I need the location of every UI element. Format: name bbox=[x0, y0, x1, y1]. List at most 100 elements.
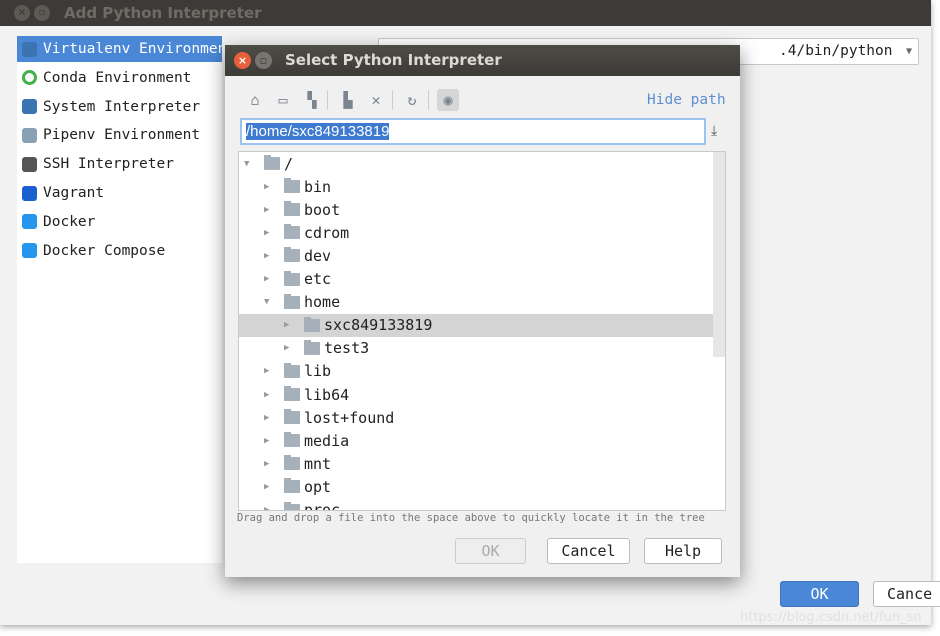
python-virtualenv-icon bbox=[22, 41, 37, 57]
watermark: https://blog.csdn.net/fun_sn bbox=[740, 610, 922, 625]
folder-icon bbox=[264, 155, 280, 170]
download-icon[interactable]: ⤓ bbox=[711, 123, 717, 139]
list-item[interactable]: Docker Compose bbox=[17, 238, 222, 264]
pipenv-icon bbox=[22, 127, 37, 143]
scrollbar[interactable] bbox=[713, 152, 725, 357]
list-item-label: Conda Environment bbox=[43, 69, 192, 86]
folder-icon bbox=[304, 316, 320, 332]
collapsed-arrow-icon[interactable]: ▶ bbox=[284, 320, 294, 330]
collapsed-arrow-icon[interactable]: ▶ bbox=[264, 413, 274, 423]
docker-compose-icon bbox=[22, 243, 37, 259]
collapsed-arrow-icon[interactable]: ▶ bbox=[264, 390, 274, 400]
tree-row[interactable]: ▶ test3 bbox=[239, 337, 713, 360]
tree-row[interactable]: ▼ / bbox=[239, 152, 713, 175]
tree-row-label: opt bbox=[304, 477, 332, 496]
folder-icon bbox=[304, 339, 320, 355]
ok-button[interactable]: OK bbox=[780, 581, 859, 607]
collapsed-arrow-icon[interactable]: ▶ bbox=[264, 182, 274, 192]
collapsed-arrow-icon[interactable]: ▶ bbox=[264, 205, 274, 215]
folder-icon bbox=[284, 201, 300, 217]
tree-row[interactable]: ▶ mnt bbox=[239, 452, 713, 475]
tree-row-label: lib bbox=[304, 362, 332, 381]
list-item[interactable]: Pipenv Environment bbox=[17, 122, 222, 148]
list-item[interactable]: Vagrant bbox=[17, 180, 222, 206]
cancel-button[interactable]: Cance bbox=[873, 581, 940, 607]
collapsed-arrow-icon[interactable]: ▶ bbox=[264, 366, 274, 376]
expanded-arrow-icon[interactable]: ▼ bbox=[264, 297, 274, 307]
folder-icon bbox=[284, 247, 300, 263]
tree-row-label: lost+found bbox=[304, 408, 395, 427]
chevron-down-icon[interactable]: ▼ bbox=[906, 39, 912, 64]
tree-row-label: etc bbox=[304, 270, 332, 288]
tree-row[interactable]: ▶ media bbox=[239, 429, 713, 452]
path-input[interactable]: /home/sxc849133819 bbox=[240, 118, 706, 145]
list-item-label: Vagrant bbox=[43, 185, 105, 201]
tree-row-label: proc bbox=[304, 501, 341, 511]
list-item[interactable]: Conda Environment bbox=[17, 65, 222, 91]
expanded-arrow-icon[interactable]: ▼ bbox=[244, 159, 254, 169]
tree-row-label: sxc849133819 bbox=[324, 316, 433, 335]
tree-row[interactable]: ▶ opt bbox=[239, 475, 713, 498]
vagrant-icon bbox=[22, 185, 37, 201]
dialog-help-button[interactable]: Help bbox=[644, 538, 722, 564]
tree-row[interactable]: ▶ lost+found bbox=[239, 406, 713, 429]
project-folder-icon[interactable]: ▚ bbox=[301, 89, 323, 111]
folder-icon bbox=[284, 501, 300, 510]
close-window-button[interactable]: × bbox=[14, 5, 30, 21]
folder-icon bbox=[284, 455, 300, 471]
folder-icon bbox=[284, 270, 300, 286]
list-item-label: System Interpreter bbox=[43, 98, 201, 115]
tree-row[interactable]: ▶ dev bbox=[239, 244, 713, 267]
minimize-window-button[interactable]: ▫ bbox=[34, 5, 50, 21]
collapsed-arrow-icon[interactable]: ▶ bbox=[264, 482, 274, 492]
collapsed-arrow-icon[interactable]: ▶ bbox=[264, 459, 274, 469]
python-icon bbox=[22, 99, 37, 115]
tree-row-label: cdrom bbox=[304, 223, 350, 242]
collapsed-arrow-icon[interactable]: ▶ bbox=[264, 274, 274, 284]
show-hidden-icon[interactable]: ◉ bbox=[437, 89, 459, 111]
tree-row[interactable]: ▼ home bbox=[239, 291, 713, 314]
folder-icon bbox=[284, 386, 300, 401]
tree-row-label: test3 bbox=[324, 339, 370, 358]
file-tree[interactable]: ▶ proc ▶ opt ▶ mnt ▶ media ▶ lost+found ▶ lib64 ▶ lib… bbox=[238, 151, 726, 511]
tree-row[interactable]: ▶ bin bbox=[239, 175, 713, 198]
tree-row-label: lib64 bbox=[304, 385, 350, 404]
tree-row[interactable]: ▶ etc bbox=[239, 268, 713, 291]
folder-icon bbox=[284, 178, 300, 194]
dialog-ok-button[interactable]: OK bbox=[455, 538, 526, 564]
list-item[interactable]: Virtualenv Environment bbox=[17, 36, 222, 62]
list-item[interactable]: SSH Interpreter bbox=[17, 151, 222, 177]
desktop-icon[interactable]: ▭ bbox=[272, 89, 294, 111]
collapsed-arrow-icon[interactable]: ▶ bbox=[264, 505, 274, 510]
collapsed-arrow-icon[interactable]: ▶ bbox=[264, 251, 274, 261]
minimize-dialog-button[interactable]: ▫ bbox=[255, 52, 272, 69]
refresh-icon[interactable]: ↻ bbox=[401, 89, 423, 111]
list-item[interactable]: System Interpreter bbox=[17, 94, 222, 120]
list-item[interactable]: Docker bbox=[17, 209, 222, 235]
delete-icon[interactable]: ✕ bbox=[365, 89, 387, 111]
collapsed-arrow-icon[interactable]: ▶ bbox=[264, 436, 274, 446]
hide-path-link[interactable]: Hide path bbox=[647, 92, 726, 108]
tree-row[interactable]: ▶ sxc849133819 bbox=[239, 313, 713, 337]
list-item-label: Pipenv Environment bbox=[43, 127, 201, 144]
tree-row[interactable]: ▶ lib64 bbox=[239, 383, 713, 406]
folder-icon bbox=[284, 224, 300, 240]
collapsed-arrow-icon[interactable]: ▶ bbox=[284, 343, 294, 353]
new-folder-icon[interactable]: ▙ bbox=[337, 89, 359, 111]
docker-icon bbox=[22, 214, 37, 230]
ssh-icon bbox=[22, 156, 37, 172]
path-value: /home/sxc849133819 bbox=[246, 123, 390, 140]
tree-row[interactable]: ▶ cdrom bbox=[239, 221, 713, 244]
tree-row[interactable]: ▶ proc bbox=[239, 499, 713, 511]
tree-row[interactable]: ▶ lib bbox=[239, 360, 713, 383]
list-item-label: Virtualenv Environment bbox=[43, 41, 222, 57]
select-python-interpreter-dialog: Select Python Interpreter × ▫ ⌂ ▭ ▚ ▙ ✕ … bbox=[225, 45, 740, 577]
close-dialog-button[interactable]: × bbox=[234, 52, 251, 69]
home-icon[interactable]: ⌂ bbox=[244, 89, 266, 111]
tree-row-label: dev bbox=[304, 246, 332, 265]
folder-icon bbox=[284, 362, 300, 378]
collapsed-arrow-icon[interactable]: ▶ bbox=[264, 228, 274, 238]
tree-row[interactable]: ▶ boot bbox=[239, 198, 713, 221]
list-item-label: SSH Interpreter bbox=[43, 156, 174, 173]
dialog-cancel-button[interactable]: Cancel bbox=[547, 538, 630, 564]
